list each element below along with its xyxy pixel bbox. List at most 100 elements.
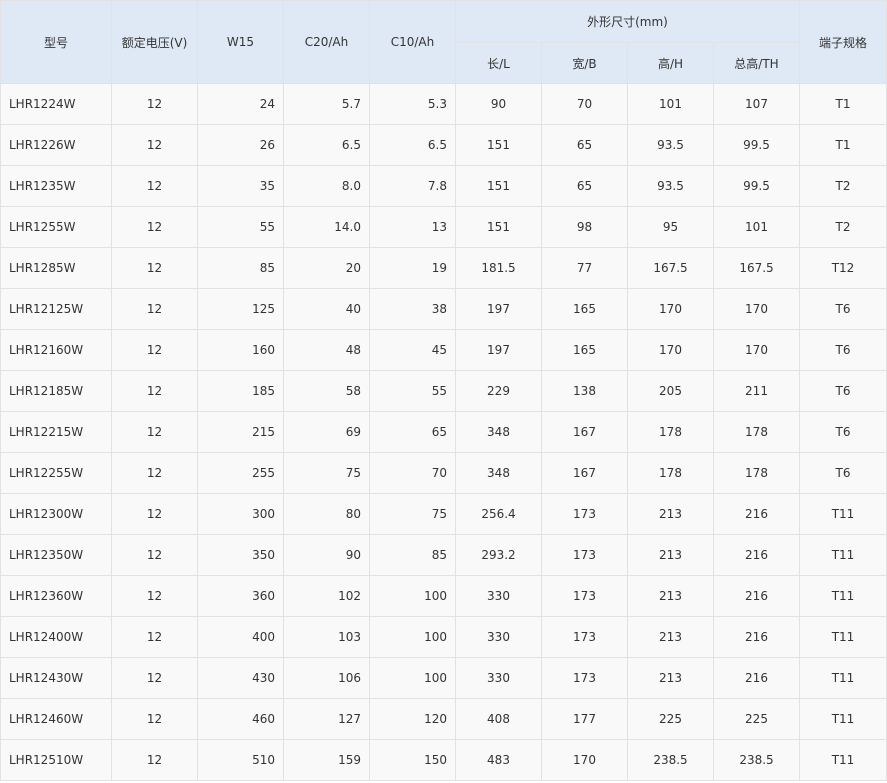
cell-voltage: 12 bbox=[111, 247, 198, 289]
cell-w15: 24 bbox=[197, 83, 284, 125]
table-row: LHR12185W 12 185 58 55 229 138 205 211 T6 bbox=[0, 370, 887, 412]
header-c20: C20/Ah bbox=[283, 0, 370, 84]
cell-voltage: 12 bbox=[111, 206, 198, 248]
header-model: 型号 bbox=[0, 0, 112, 84]
cell-model: LHR1285W bbox=[0, 247, 112, 289]
cell-c20: 14.0 bbox=[283, 206, 370, 248]
table-row: LHR1235W 12 35 8.0 7.8 151 65 93.5 99.5 T2 bbox=[0, 165, 887, 207]
cell-total-height: 101 bbox=[713, 206, 800, 248]
cell-c20: 6.5 bbox=[283, 124, 370, 166]
cell-length: 229 bbox=[455, 370, 542, 412]
cell-width: 173 bbox=[541, 657, 628, 699]
cell-total-height: 216 bbox=[713, 657, 800, 699]
cell-total-height: 99.5 bbox=[713, 124, 800, 166]
cell-terminal: T11 bbox=[799, 739, 887, 781]
cell-c10: 65 bbox=[369, 411, 456, 453]
cell-c20: 8.0 bbox=[283, 165, 370, 207]
cell-c20: 127 bbox=[283, 698, 370, 740]
cell-width: 173 bbox=[541, 575, 628, 617]
header-height: 高/H bbox=[627, 42, 714, 84]
cell-model: LHR1235W bbox=[0, 165, 112, 207]
cell-model: LHR12510W bbox=[0, 739, 112, 781]
cell-height: 170 bbox=[627, 329, 714, 371]
cell-c10: 55 bbox=[369, 370, 456, 412]
cell-total-height: 238.5 bbox=[713, 739, 800, 781]
cell-voltage: 12 bbox=[111, 698, 198, 740]
cell-width: 70 bbox=[541, 83, 628, 125]
cell-c20: 40 bbox=[283, 288, 370, 330]
table-row: LHR12430W 12 430 106 100 330 173 213 216 T11 bbox=[0, 657, 887, 699]
header-total-height: 总高/TH bbox=[713, 42, 800, 84]
cell-model: LHR1255W bbox=[0, 206, 112, 248]
cell-c10: 70 bbox=[369, 452, 456, 494]
table-row: LHR12215W 12 215 69 65 348 167 178 178 T6 bbox=[0, 411, 887, 453]
cell-height: 167.5 bbox=[627, 247, 714, 289]
cell-model: LHR12460W bbox=[0, 698, 112, 740]
cell-c20: 5.7 bbox=[283, 83, 370, 125]
cell-height: 101 bbox=[627, 83, 714, 125]
header-terminal: 端子规格 bbox=[799, 0, 887, 84]
cell-c10: 38 bbox=[369, 288, 456, 330]
cell-w15: 350 bbox=[197, 534, 284, 576]
cell-voltage: 12 bbox=[111, 83, 198, 125]
cell-height: 213 bbox=[627, 534, 714, 576]
cell-c20: 20 bbox=[283, 247, 370, 289]
cell-w15: 55 bbox=[197, 206, 284, 248]
cell-length: 348 bbox=[455, 411, 542, 453]
cell-total-height: 225 bbox=[713, 698, 800, 740]
cell-total-height: 216 bbox=[713, 575, 800, 617]
cell-height: 93.5 bbox=[627, 124, 714, 166]
cell-c20: 75 bbox=[283, 452, 370, 494]
cell-total-height: 167.5 bbox=[713, 247, 800, 289]
cell-height: 213 bbox=[627, 657, 714, 699]
cell-voltage: 12 bbox=[111, 124, 198, 166]
cell-total-height: 178 bbox=[713, 452, 800, 494]
cell-voltage: 12 bbox=[111, 452, 198, 494]
cell-terminal: T6 bbox=[799, 411, 887, 453]
battery-spec-table: 型号 额定电压(V) W15 C20/Ah C10/Ah 外形尺寸(mm) 端子… bbox=[0, 0, 887, 781]
table-row: LHR12125W 12 125 40 38 197 165 170 170 T6 bbox=[0, 288, 887, 330]
cell-w15: 26 bbox=[197, 124, 284, 166]
table-row: LHR1285W 12 85 20 19 181.5 77 167.5 167.5 T12 bbox=[0, 247, 887, 289]
cell-width: 173 bbox=[541, 493, 628, 535]
cell-terminal: T11 bbox=[799, 657, 887, 699]
cell-c10: 7.8 bbox=[369, 165, 456, 207]
cell-length: 151 bbox=[455, 206, 542, 248]
cell-length: 90 bbox=[455, 83, 542, 125]
cell-width: 77 bbox=[541, 247, 628, 289]
cell-voltage: 12 bbox=[111, 616, 198, 658]
cell-width: 177 bbox=[541, 698, 628, 740]
cell-height: 213 bbox=[627, 616, 714, 658]
cell-length: 330 bbox=[455, 657, 542, 699]
cell-width: 170 bbox=[541, 739, 628, 781]
cell-length: 330 bbox=[455, 616, 542, 658]
cell-voltage: 12 bbox=[111, 739, 198, 781]
cell-model: LHR12160W bbox=[0, 329, 112, 371]
cell-height: 95 bbox=[627, 206, 714, 248]
cell-length: 293.2 bbox=[455, 534, 542, 576]
cell-c20: 102 bbox=[283, 575, 370, 617]
cell-model: LHR12430W bbox=[0, 657, 112, 699]
cell-c20: 69 bbox=[283, 411, 370, 453]
cell-w15: 400 bbox=[197, 616, 284, 658]
cell-length: 197 bbox=[455, 288, 542, 330]
cell-total-height: 99.5 bbox=[713, 165, 800, 207]
cell-height: 178 bbox=[627, 452, 714, 494]
cell-model: LHR12185W bbox=[0, 370, 112, 412]
table-header: 型号 额定电压(V) W15 C20/Ah C10/Ah 外形尺寸(mm) 端子… bbox=[0, 0, 887, 84]
cell-voltage: 12 bbox=[111, 657, 198, 699]
cell-length: 408 bbox=[455, 698, 542, 740]
cell-height: 238.5 bbox=[627, 739, 714, 781]
cell-w15: 125 bbox=[197, 288, 284, 330]
cell-w15: 185 bbox=[197, 370, 284, 412]
table-row: LHR12350W 12 350 90 85 293.2 173 213 216 T11 bbox=[0, 534, 887, 576]
table-row: LHR12300W 12 300 80 75 256.4 173 213 216 T11 bbox=[0, 493, 887, 535]
cell-voltage: 12 bbox=[111, 493, 198, 535]
cell-terminal: T6 bbox=[799, 452, 887, 494]
table-row: LHR1226W 12 26 6.5 6.5 151 65 93.5 99.5 T1 bbox=[0, 124, 887, 166]
cell-height: 93.5 bbox=[627, 165, 714, 207]
cell-total-height: 178 bbox=[713, 411, 800, 453]
table-row: LHR12510W 12 510 159 150 483 170 238.5 238.5 T11 bbox=[0, 739, 887, 781]
cell-c10: 19 bbox=[369, 247, 456, 289]
cell-length: 330 bbox=[455, 575, 542, 617]
